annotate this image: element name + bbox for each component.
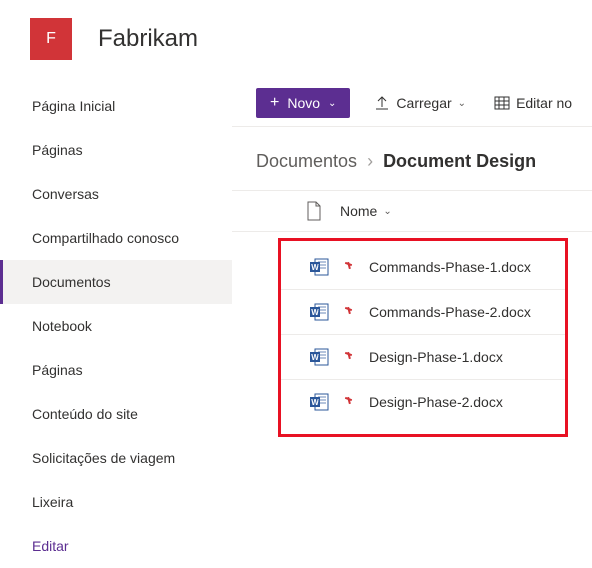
svg-text:W: W <box>311 398 319 407</box>
column-header-name-label: Nome <box>340 203 377 219</box>
site-title[interactable]: Fabrikam <box>98 25 198 53</box>
new-badge-icon <box>343 396 355 408</box>
breadcrumb: Documentos › Document Design <box>232 127 592 190</box>
file-row[interactable]: W Design-Phase-1.docx <box>281 335 565 380</box>
file-type-icon <box>306 201 322 221</box>
breadcrumb-current: Document Design <box>383 151 536 172</box>
command-bar: + Novo ⌄ Carregar ⌄ Editar no <box>232 80 592 127</box>
main-content: + Novo ⌄ Carregar ⌄ Editar no Documentos… <box>232 80 592 568</box>
sidebar-item-pages[interactable]: Páginas <box>0 128 232 172</box>
upload-button[interactable]: Carregar ⌄ <box>370 89 470 117</box>
site-header: F Fabrikam <box>0 0 592 80</box>
sidebar-item-pages2[interactable]: Páginas <box>0 348 232 392</box>
file-row[interactable]: W Commands-Phase-2.docx <box>281 290 565 335</box>
word-doc-icon: W <box>309 392 329 412</box>
sidebar-item-conversations[interactable]: Conversas <box>0 172 232 216</box>
sidebar-item-sitecontent[interactable]: Conteúdo do site <box>0 392 232 436</box>
breadcrumb-root[interactable]: Documentos <box>256 151 357 172</box>
word-doc-icon: W <box>309 302 329 322</box>
plus-icon: + <box>270 95 279 111</box>
sidebar-nav: Página Inicial Páginas Conversas Compart… <box>0 80 232 568</box>
sidebar-item-travel[interactable]: Solicitações de viagem <box>0 436 232 480</box>
sidebar-edit-link[interactable]: Editar <box>0 524 232 568</box>
file-name[interactable]: Design-Phase-1.docx <box>369 349 503 365</box>
edit-grid-button[interactable]: Editar no <box>490 89 576 117</box>
grid-icon <box>494 95 510 111</box>
chevron-down-icon: ⌄ <box>383 206 391 217</box>
sidebar-item-notebook[interactable]: Notebook <box>0 304 232 348</box>
sidebar-item-documents[interactable]: Documentos <box>0 260 232 304</box>
chevron-down-icon: ⌄ <box>328 98 336 109</box>
file-name[interactable]: Commands-Phase-1.docx <box>369 259 531 275</box>
site-logo[interactable]: F <box>30 18 72 60</box>
highlight-annotation: W Commands-Phase-1.docx W Commands-Phase… <box>278 238 568 437</box>
list-header: Nome ⌄ <box>232 190 592 232</box>
new-badge-icon <box>343 261 355 273</box>
new-badge-icon <box>343 306 355 318</box>
new-button[interactable]: + Novo ⌄ <box>256 88 350 118</box>
word-doc-icon: W <box>309 257 329 277</box>
sidebar-item-recyclebin[interactable]: Lixeira <box>0 480 232 524</box>
file-name[interactable]: Commands-Phase-2.docx <box>369 304 531 320</box>
svg-text:W: W <box>311 263 319 272</box>
chevron-down-icon: ⌄ <box>458 98 466 109</box>
sidebar-item-shared[interactable]: Compartilhado conosco <box>0 216 232 260</box>
new-button-label: Novo <box>287 95 320 111</box>
svg-text:W: W <box>311 353 319 362</box>
upload-icon <box>374 95 390 111</box>
column-header-name[interactable]: Nome ⌄ <box>340 203 392 219</box>
word-doc-icon: W <box>309 347 329 367</box>
file-row[interactable]: W Commands-Phase-1.docx <box>281 245 565 290</box>
upload-button-label: Carregar <box>396 95 451 111</box>
chevron-right-icon: › <box>367 151 373 172</box>
new-badge-icon <box>343 351 355 363</box>
edit-grid-label: Editar no <box>516 95 572 111</box>
file-row[interactable]: W Design-Phase-2.docx <box>281 380 565 424</box>
svg-text:W: W <box>311 308 319 317</box>
sidebar-item-home[interactable]: Página Inicial <box>0 84 232 128</box>
file-name[interactable]: Design-Phase-2.docx <box>369 394 503 410</box>
